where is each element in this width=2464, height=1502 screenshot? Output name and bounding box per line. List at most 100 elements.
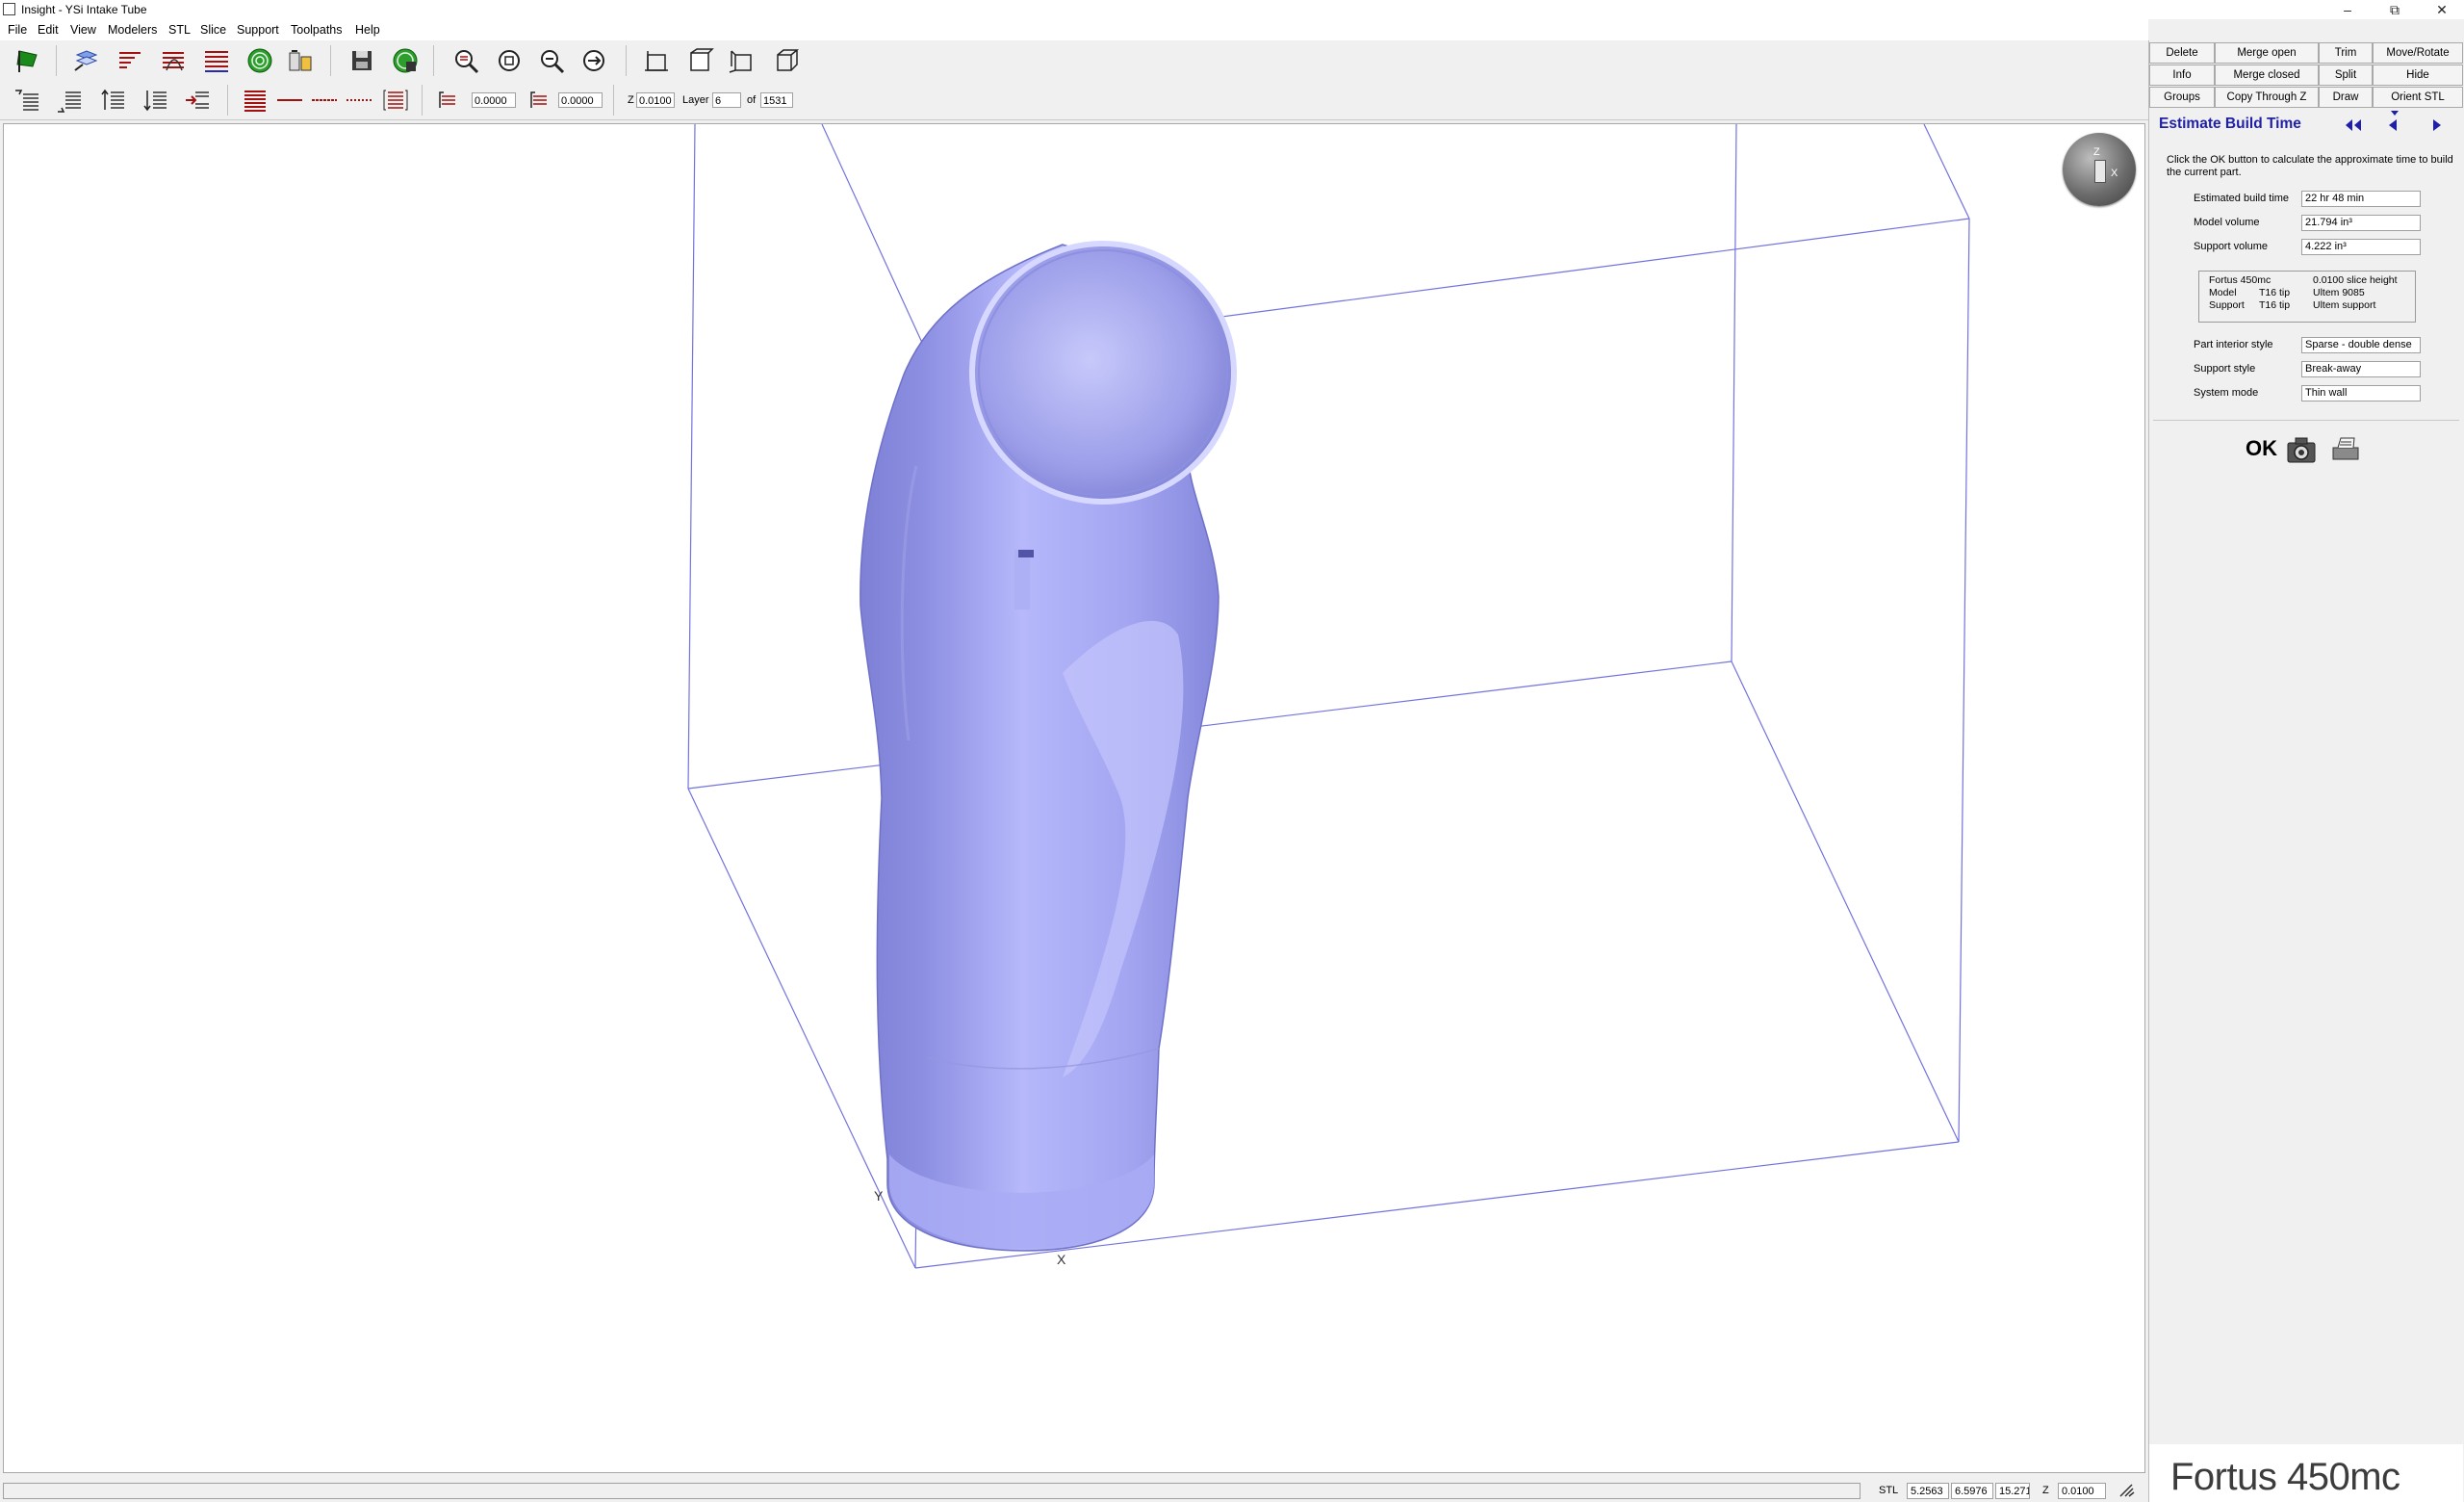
menu-slice[interactable]: Slice	[200, 23, 226, 37]
save-icon[interactable]	[346, 45, 378, 76]
spec-model-label: Model	[2209, 287, 2237, 298]
zoom-in-icon[interactable]	[450, 45, 483, 76]
zoom-out-icon[interactable]	[536, 45, 569, 76]
status-mode-label: STL	[1879, 1485, 1899, 1496]
spec-model-material: Ultem 9085	[2313, 287, 2365, 298]
ok-button[interactable]: OK	[2246, 436, 2277, 461]
trim-button[interactable]: Trim	[2319, 42, 2373, 64]
spec-model-tip: T16 tip	[2259, 287, 2291, 298]
first-page-icon[interactable]	[2342, 117, 2365, 134]
menu-modelers[interactable]: Modelers	[108, 23, 157, 37]
orient-stl-button[interactable]: Orient STL	[2373, 87, 2463, 108]
spec-machine: Fortus 450mc	[2209, 274, 2272, 286]
view-iso-icon[interactable]	[770, 45, 803, 76]
title-bar: Insight - YSi Intake Tube – ⧉ ✕	[0, 0, 2464, 19]
z-field[interactable]: 0.0100	[636, 92, 675, 108]
model-viewport[interactable]: Y X	[3, 123, 2145, 1473]
new-pack-icon[interactable]	[12, 45, 44, 76]
groups-button[interactable]: Groups	[2149, 87, 2215, 108]
fortus-logo: Fortus 450mc	[2149, 1444, 2463, 1502]
layer-down-icon[interactable]	[140, 85, 172, 116]
app-icon	[3, 3, 15, 15]
status-z-value: 0.0100	[2058, 1483, 2106, 1499]
support-icon[interactable]	[284, 45, 317, 76]
slice-toolbar: 0.0000 0.0000 Z 0.0100 Layer 6 of 1531	[0, 81, 2148, 120]
line-solid-icon[interactable]	[273, 85, 306, 116]
menu-view[interactable]: View	[70, 23, 96, 37]
view-side-icon[interactable]	[726, 45, 758, 76]
line-dotted-icon[interactable]	[343, 85, 375, 116]
menu-bar: File Edit View Modelers STL Slice Suppor…	[0, 19, 2148, 40]
model-scene: Y X	[687, 124, 1970, 1269]
menu-help[interactable]: Help	[355, 23, 380, 37]
part-interior-style-value: Sparse - double dense	[2301, 337, 2421, 353]
logo-text: Fortus 450mc	[2170, 1456, 2400, 1498]
toolpath-icon[interactable]	[244, 45, 276, 76]
status-tool-icon[interactable]	[2118, 1482, 2137, 1499]
delete-button[interactable]: Delete	[2149, 42, 2215, 64]
menu-file[interactable]: File	[8, 23, 27, 37]
line-bracket-icon[interactable]	[378, 85, 411, 116]
split-button[interactable]: Split	[2319, 65, 2373, 86]
part-interior-style-label: Part interior style	[2194, 339, 2273, 350]
restore-button[interactable]: ⧉	[2373, 0, 2417, 19]
printer-icon[interactable]	[2329, 434, 2362, 465]
gizmo-z-label: Z	[2093, 146, 2100, 158]
save-toolpath-icon[interactable]	[389, 45, 422, 76]
axis-x-label: X	[1057, 1252, 1066, 1267]
y-offset-field[interactable]: 0.0000	[558, 92, 603, 108]
merge-closed-button[interactable]: Merge closed	[2215, 65, 2319, 86]
view-top-icon[interactable]	[683, 45, 716, 76]
axis-y-label: Y	[874, 1188, 884, 1204]
next-page-icon[interactable]	[2428, 117, 2446, 134]
system-mode-label: System mode	[2194, 387, 2259, 399]
orientation-gizmo[interactable]: Z X	[2063, 133, 2136, 206]
prev-page-icon[interactable]	[2384, 111, 2401, 134]
menu-support[interactable]: Support	[237, 23, 279, 37]
layer-last-icon[interactable]	[54, 85, 87, 116]
merge-open-button[interactable]: Merge open	[2215, 42, 2319, 64]
copy-through-z-button[interactable]: Copy Through Z	[2215, 87, 2319, 108]
menu-edit[interactable]: Edit	[38, 23, 59, 37]
view-front-icon[interactable]	[640, 45, 673, 76]
layer-label: Layer	[682, 94, 709, 106]
draw-button[interactable]: Draw	[2319, 87, 2373, 108]
curve-all-icon[interactable]	[239, 85, 271, 116]
model-volume-value: 21.794 in³	[2301, 215, 2421, 231]
minimize-button[interactable]: –	[2325, 0, 2370, 19]
gizmo-model-icon	[2094, 160, 2106, 183]
zoom-model-icon[interactable]	[494, 45, 526, 76]
line-dashed-icon[interactable]	[308, 85, 341, 116]
close-button[interactable]: ✕	[2420, 0, 2464, 19]
menu-stl[interactable]: STL	[168, 23, 191, 37]
slice-curve-icon[interactable]	[157, 45, 190, 76]
estimated-build-time-value: 22 hr 48 min	[2301, 191, 2421, 207]
status-y: 6.5976	[1951, 1483, 1993, 1499]
info-button[interactable]: Info	[2149, 65, 2215, 86]
gizmo-x-label: X	[2111, 168, 2118, 179]
machine-specs: Fortus 450mc 0.0100 slice height Model T…	[2198, 271, 2416, 323]
total-layers-field: 1531	[760, 92, 793, 108]
zoom-fit-icon[interactable]	[578, 45, 611, 76]
y-offset-icon	[525, 85, 550, 116]
layer-highlight-icon[interactable]	[69, 45, 102, 76]
spec-support-label: Support	[2209, 299, 2245, 311]
menu-toolpaths[interactable]: Toolpaths	[291, 23, 343, 37]
camera-icon[interactable]	[2285, 434, 2318, 465]
right-panel: Delete Merge open Trim Move/Rotate Info …	[2148, 40, 2464, 1502]
model-volume-label: Model volume	[2194, 217, 2260, 228]
x-offset-field[interactable]: 0.0000	[472, 92, 516, 108]
layer-first-icon[interactable]	[12, 85, 44, 116]
hide-button[interactable]: Hide	[2373, 65, 2463, 86]
move-rotate-button[interactable]: Move/Rotate	[2373, 42, 2463, 64]
support-volume-label: Support volume	[2194, 241, 2269, 252]
x-offset-icon	[433, 85, 458, 116]
slice-lines-icon[interactable]	[114, 45, 146, 76]
slice-all-icon[interactable]	[200, 45, 233, 76]
intake-tube-model	[860, 241, 1237, 1252]
of-label: of	[747, 94, 757, 106]
layer-field[interactable]: 6	[712, 92, 741, 108]
layer-up-icon[interactable]	[97, 85, 130, 116]
layer-goto-icon[interactable]	[182, 85, 215, 116]
spec-support-tip: T16 tip	[2259, 299, 2291, 311]
